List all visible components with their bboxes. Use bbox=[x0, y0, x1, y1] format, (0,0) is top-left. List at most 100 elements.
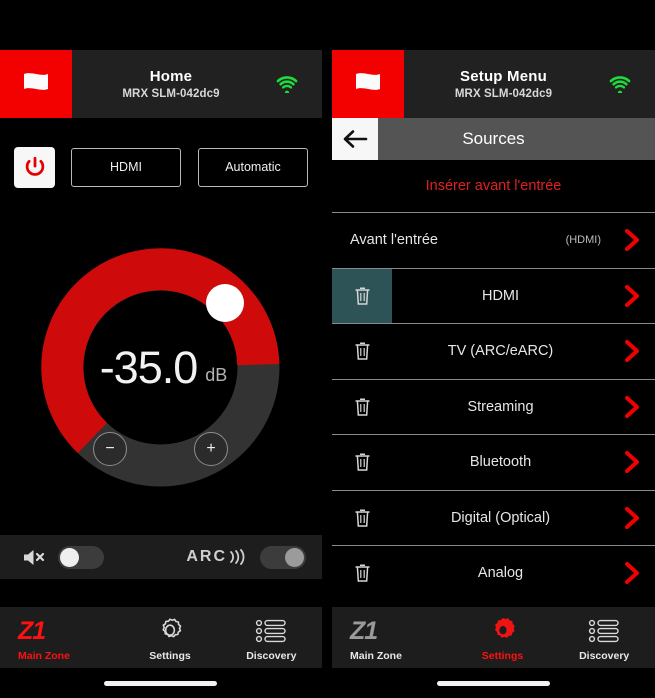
tab-main-zone-label: Main Zone bbox=[18, 650, 70, 662]
insert-hint[interactable]: Insérer avant l'entrée bbox=[332, 160, 655, 212]
chevron-right-icon bbox=[624, 395, 639, 418]
volume-readout: -35.0 dB bbox=[41, 248, 280, 487]
table-row[interactable]: Bluetooth bbox=[332, 434, 655, 490]
source-detail-chevron[interactable] bbox=[609, 546, 655, 601]
z1-glyph: Z1 bbox=[350, 616, 378, 645]
source-detail-chevron[interactable] bbox=[609, 324, 655, 379]
tab-settings[interactable]: Settings bbox=[119, 607, 220, 668]
current-input-label: Avant l'entrée bbox=[350, 232, 438, 249]
flag-icon bbox=[356, 73, 380, 90]
arc-toggle[interactable] bbox=[260, 545, 306, 569]
source-detail-chevron[interactable] bbox=[609, 380, 655, 435]
volume-decrease-button[interactable]: − bbox=[93, 432, 127, 466]
table-row[interactable]: HDMI bbox=[332, 267, 655, 324]
brand-logo-tile[interactable] bbox=[332, 50, 404, 118]
tab-main-zone[interactable]: Z1 Main Zone bbox=[0, 607, 119, 668]
tab-bar-left: Z1 Main Zone Settings Discovery bbox=[0, 607, 322, 668]
volume-increase-button[interactable]: + bbox=[194, 432, 228, 466]
volume-value: -35.0 bbox=[99, 341, 199, 393]
wifi-status bbox=[609, 50, 655, 118]
list-row-current-input[interactable]: Avant l'entrée (HDMI) bbox=[332, 212, 655, 268]
delete-source-button[interactable] bbox=[332, 268, 392, 323]
power-button[interactable] bbox=[14, 146, 55, 188]
table-row[interactable]: Analog bbox=[332, 545, 655, 601]
sub-header-sources: Sources bbox=[332, 118, 655, 160]
source-detail-chevron[interactable] bbox=[609, 269, 655, 324]
z1-glyph: Z1 bbox=[18, 616, 46, 645]
sources-list: Avant l'entrée (HDMI) HDMI TV (ARC/eARC)… bbox=[332, 212, 655, 608]
back-button[interactable] bbox=[332, 118, 378, 160]
mode-button[interactable]: Automatic bbox=[198, 147, 308, 187]
flag-icon bbox=[24, 73, 48, 90]
chevron-right-icon bbox=[624, 284, 639, 307]
tab-discovery-label: Discovery bbox=[246, 650, 297, 662]
delete-source-button[interactable] bbox=[332, 380, 392, 435]
source-detail-chevron[interactable] bbox=[609, 491, 655, 546]
tab-main-zone-label: Main Zone bbox=[350, 650, 402, 662]
brand-logo-tile[interactable] bbox=[0, 50, 72, 118]
current-input-chevron[interactable] bbox=[609, 213, 655, 268]
list-icon bbox=[256, 619, 287, 643]
current-input-tag: (HDMI) bbox=[565, 234, 601, 247]
delete-source-button[interactable] bbox=[332, 546, 392, 601]
source-label: Analog bbox=[477, 565, 524, 582]
trash-icon bbox=[355, 509, 369, 527]
volume-dial[interactable]: -35.0 dB − + bbox=[41, 248, 280, 487]
table-row[interactable]: TV (ARC/eARC) bbox=[332, 323, 655, 379]
sub-header-title: Sources bbox=[462, 129, 525, 148]
tab-main-zone[interactable]: Z1 Main Zone bbox=[332, 607, 452, 668]
table-row[interactable]: Digital (Optical) bbox=[332, 489, 655, 546]
app-header-left: Home MRX SLM-042dc9 bbox=[0, 50, 322, 118]
source-label: Bluetooth bbox=[469, 454, 532, 471]
mute-control[interactable] bbox=[22, 545, 104, 569]
speaker-mute-icon bbox=[24, 549, 45, 565]
source-label: TV (ARC/eARC) bbox=[447, 343, 554, 360]
home-indicator-right bbox=[437, 681, 550, 686]
list-icon bbox=[589, 619, 619, 643]
audio-toggle-bar: ARC bbox=[0, 535, 322, 579]
power-icon bbox=[25, 156, 44, 176]
phone-panel-home: Home MRX SLM-042dc9 HDMI Automatic -35.0… bbox=[0, 0, 322, 698]
arc-toggle-knob bbox=[285, 547, 304, 567]
device-id: MRX SLM-042dc9 bbox=[454, 88, 553, 100]
tab-discovery[interactable]: Discovery bbox=[221, 607, 322, 668]
arc-label: ARC bbox=[186, 548, 227, 565]
source-detail-chevron[interactable] bbox=[609, 435, 655, 490]
arc-waves-icon bbox=[230, 549, 245, 565]
tab-bar-right: Z1 Main Zone Settings Discovery bbox=[332, 607, 655, 668]
mute-toggle-knob bbox=[60, 547, 79, 567]
source-label: Streaming bbox=[467, 398, 534, 415]
z1-logo: Z1 bbox=[18, 616, 46, 646]
home-indicator-left bbox=[104, 681, 217, 686]
trash-icon bbox=[355, 453, 369, 471]
wifi-icon bbox=[609, 75, 631, 93]
device-id: MRX SLM-042dc9 bbox=[122, 88, 220, 100]
chevron-right-icon bbox=[624, 562, 639, 585]
table-row[interactable]: Streaming bbox=[332, 378, 655, 435]
app-screenshot: Home MRX SLM-042dc9 HDMI Automatic -35.0… bbox=[0, 0, 655, 698]
arrow-left-icon bbox=[343, 130, 368, 148]
trash-icon bbox=[355, 342, 369, 360]
gear-icon bbox=[162, 618, 182, 638]
phone-panel-setup: Setup Menu MRX SLM-042dc9 Sources Insére… bbox=[332, 0, 655, 698]
wifi-icon bbox=[276, 75, 298, 93]
tab-settings-label: Settings bbox=[149, 650, 191, 662]
delete-source-button[interactable] bbox=[332, 324, 392, 379]
page-title: Home bbox=[149, 68, 193, 85]
wifi-status bbox=[276, 50, 322, 118]
source-label: Digital (Optical) bbox=[450, 509, 551, 526]
tab-discovery[interactable]: Discovery bbox=[553, 607, 655, 668]
tab-settings[interactable]: Settings bbox=[452, 607, 554, 668]
arc-control[interactable]: ARC bbox=[186, 545, 306, 569]
chevron-right-icon bbox=[624, 451, 639, 474]
page-title: Setup Menu bbox=[460, 68, 547, 85]
tab-settings-label: Settings bbox=[481, 650, 524, 662]
trash-icon bbox=[355, 287, 369, 305]
delete-source-button[interactable] bbox=[332, 435, 392, 490]
trash-icon bbox=[355, 398, 369, 416]
delete-source-button[interactable] bbox=[332, 491, 392, 546]
volume-unit: dB bbox=[205, 365, 228, 385]
source-label: HDMI bbox=[481, 287, 520, 304]
source-button[interactable]: HDMI bbox=[71, 147, 181, 187]
mute-toggle[interactable] bbox=[58, 545, 104, 569]
